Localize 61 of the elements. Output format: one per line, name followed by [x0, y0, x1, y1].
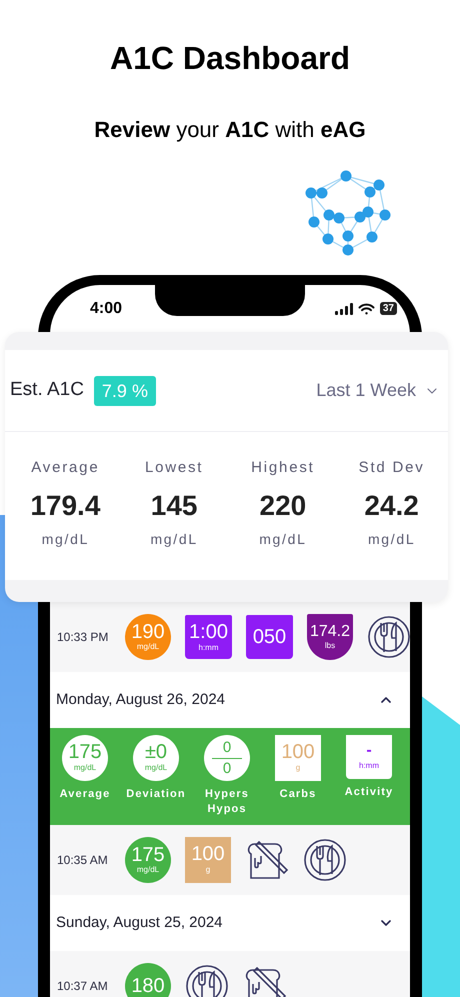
summary-unit: g	[296, 762, 300, 774]
stat-value: 145	[150, 490, 198, 522]
hypos-count: 0	[222, 760, 232, 776]
glucose-value: 175	[131, 845, 165, 865]
stat-value: 179.4	[30, 490, 100, 522]
toast-icon	[243, 964, 287, 997]
summary-label: Deviation	[125, 787, 187, 802]
summary-value: 175	[68, 742, 102, 762]
log-entry-row[interactable]: 10:33 PM 190 mg/dL 1:00 h:mm 050 174.2 lbs	[50, 602, 410, 672]
summary-unit: mg/dL	[144, 762, 168, 774]
stat-label: Std Dev	[358, 458, 425, 478]
summary-label: Carbs	[278, 787, 318, 802]
page-subtitle: Review your A1C with eAG	[93, 116, 367, 144]
summary-label: Activity	[344, 785, 394, 800]
summary-unit: h:mm	[359, 760, 379, 772]
glucose-value: 190	[131, 622, 165, 642]
carbs-value: 100	[191, 844, 225, 864]
plate-icon	[367, 615, 410, 659]
summary-value: 100	[281, 742, 315, 762]
wifi-icon	[358, 302, 375, 314]
signal-icon	[334, 302, 353, 314]
weight-unit: lbs	[324, 641, 336, 651]
plate-icon	[185, 964, 229, 997]
stat-value: 24.2	[364, 490, 419, 522]
glucose-unit: mg/dL	[136, 642, 160, 652]
stat-label: Lowest	[144, 458, 204, 478]
summary-value: -	[366, 742, 372, 760]
badge-value: 1:00	[189, 621, 228, 643]
period-dropdown[interactable]: Last 1 Week	[316, 377, 440, 404]
entry-time: 10:35 AM	[56, 852, 109, 869]
weight-value: 174.2	[310, 623, 350, 641]
stat-label: Average	[31, 458, 100, 478]
stat-unit: mg/dL	[150, 530, 198, 548]
summary-label: Hypers Hypos	[204, 787, 250, 817]
badge-unit: h:mm	[198, 643, 218, 653]
battery-icon: 37	[380, 302, 397, 315]
badge-value: 050	[252, 626, 286, 648]
stat-unit: mg/dL	[368, 530, 416, 548]
summary-unit: mg/dL	[74, 762, 96, 774]
a1c-label: Est. A1C	[10, 378, 84, 402]
carbs-unit: g	[206, 864, 210, 876]
a1c-badge: 7.9 %	[94, 376, 156, 406]
log-entry-row[interactable]: 10:37 AM 180	[50, 951, 410, 997]
stat-label: Highest	[251, 458, 315, 478]
entry-time: 10:37 AM	[56, 978, 109, 995]
stat-unit: mg/dL	[259, 530, 307, 548]
stat-unit: mg/dL	[42, 530, 90, 548]
hypers-count: 0	[222, 740, 232, 756]
plate-icon	[303, 838, 347, 882]
glucose-unit: mg/dL	[136, 865, 160, 875]
log-entry-row[interactable]: 10:35 AM 175 mg/dL 100 g	[50, 825, 410, 895]
summary-value: ±0	[144, 742, 168, 762]
day-date: Sunday, August 25, 2024	[56, 912, 223, 933]
toast-icon	[245, 838, 289, 882]
day-date: Monday, August 26, 2024	[56, 690, 226, 710]
glucose-value: 180	[131, 976, 165, 996]
stat-value: 220	[260, 490, 306, 522]
entry-time: 10:33 PM	[56, 629, 110, 646]
status-time: 4:00	[90, 298, 122, 318]
page-title: A1C Dashboard	[108, 39, 352, 78]
summary-label: Average	[58, 787, 112, 802]
